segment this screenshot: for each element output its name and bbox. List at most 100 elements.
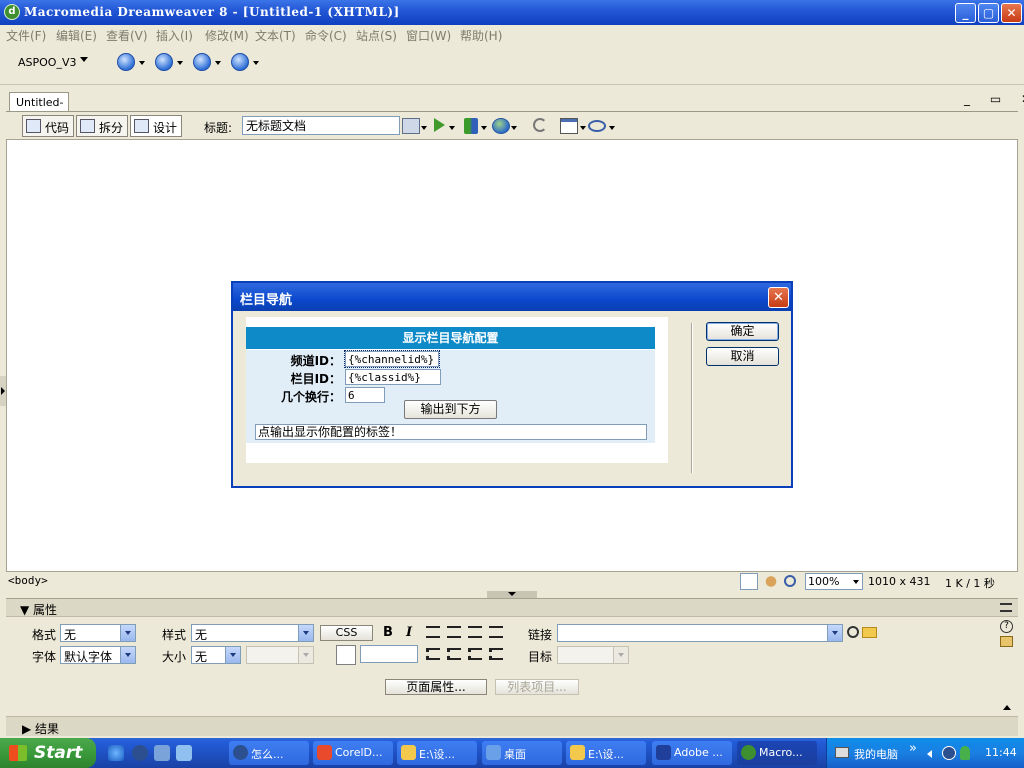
- pointer-tool-icon[interactable]: [740, 573, 758, 590]
- window-title-bar[interactable]: d Macromedia Dreamweaver 8 - [Untitled-1…: [0, 0, 1024, 25]
- panel-collapse-up-icon[interactable]: [1003, 705, 1011, 710]
- menu-view[interactable]: 查看(V): [106, 27, 148, 44]
- code-view-button[interactable]: 代码: [22, 115, 75, 137]
- insert-object-icon-2[interactable]: [155, 53, 173, 71]
- menu-commands[interactable]: 命令(C): [305, 27, 347, 44]
- hand-tool-icon[interactable]: [762, 573, 780, 590]
- align-center-icon[interactable]: [447, 626, 461, 638]
- output-message-field[interactable]: 点输出显示你配置的标签！: [255, 424, 647, 440]
- menu-window[interactable]: 窗口(W): [406, 27, 451, 44]
- preview-dropdown-icon[interactable]: [449, 126, 455, 130]
- menu-site[interactable]: 站点(S): [356, 27, 397, 44]
- style-select[interactable]: 无: [191, 624, 314, 642]
- text-color-input[interactable]: [360, 645, 418, 663]
- quick-launch-icon-4[interactable]: [176, 745, 192, 761]
- ok-button[interactable]: 确定: [706, 322, 779, 341]
- split-view-button[interactable]: 拆分: [76, 115, 129, 137]
- insert-dropdown-icon-2[interactable]: [177, 61, 183, 65]
- cancel-button[interactable]: 取消: [706, 347, 779, 366]
- panel-collapse-icon[interactable]: [487, 591, 537, 598]
- channel-id-input[interactable]: [344, 350, 440, 368]
- properties-header[interactable]: ▼ 属性: [6, 599, 1018, 617]
- maximize-button[interactable]: ▢: [978, 3, 999, 23]
- refresh-icon[interactable]: [533, 118, 547, 132]
- file-management-dropdown-icon[interactable]: [481, 126, 487, 130]
- size-dropdown-icon[interactable]: [225, 647, 240, 663]
- dialog-close-button[interactable]: ✕: [768, 287, 789, 308]
- css-button[interactable]: CSS: [320, 625, 373, 641]
- results-panel-header[interactable]: ▶ 结果: [6, 716, 1018, 736]
- menu-text[interactable]: 文本(T): [255, 27, 296, 44]
- ordered-list-icon[interactable]: [447, 648, 461, 660]
- menu-file[interactable]: 文件(F): [6, 27, 46, 44]
- bold-button[interactable]: B: [381, 626, 395, 640]
- preview-browser-icon[interactable]: [492, 118, 510, 134]
- view-options-icon[interactable]: [560, 118, 578, 134]
- font-dropdown-icon[interactable]: [120, 647, 135, 663]
- design-view-button[interactable]: 设计: [130, 115, 183, 137]
- menu-help[interactable]: 帮助(H): [460, 27, 502, 44]
- format-select[interactable]: 无: [60, 624, 136, 642]
- align-right-icon[interactable]: [468, 626, 482, 638]
- task-button-dreamweaver[interactable]: Macro...: [737, 741, 817, 765]
- validate-markup-icon[interactable]: [402, 118, 420, 134]
- font-select[interactable]: 默认字体: [60, 646, 136, 664]
- browse-folder-icon[interactable]: [862, 627, 877, 638]
- insert-object-icon-4[interactable]: [231, 53, 249, 71]
- close-button[interactable]: ✕: [1001, 3, 1022, 23]
- page-title-input[interactable]: [242, 116, 400, 135]
- task-button-2[interactable]: CorelD...: [313, 741, 393, 765]
- panel-options-icon[interactable]: [1000, 603, 1012, 612]
- menu-edit[interactable]: 编辑(E): [56, 27, 97, 44]
- dreamweaver-app-icon[interactable]: d: [4, 4, 20, 20]
- browser-dropdown-icon[interactable]: [511, 126, 517, 130]
- minimize-button[interactable]: _: [955, 3, 976, 23]
- file-management-icon[interactable]: [464, 118, 478, 134]
- zoom-select[interactable]: 100%: [805, 573, 863, 590]
- toolbar-expand-icon[interactable]: »: [909, 741, 917, 756]
- insert-dropdown-icon-3[interactable]: [215, 61, 221, 65]
- unordered-list-icon[interactable]: [426, 648, 440, 660]
- tag-selector[interactable]: <body>: [8, 574, 48, 587]
- align-left-icon[interactable]: [426, 626, 440, 638]
- menu-insert[interactable]: 插入(I): [156, 27, 193, 44]
- help-icon[interactable]: ?: [1000, 620, 1013, 633]
- text-indent-icon[interactable]: [489, 648, 503, 660]
- document-tab[interactable]: Untitled-1: [9, 92, 69, 122]
- italic-button[interactable]: I: [402, 626, 416, 640]
- task-button-1[interactable]: 怎么...: [229, 741, 309, 765]
- start-button[interactable]: Start: [0, 738, 96, 768]
- visual-aids-dropdown-icon[interactable]: [609, 126, 615, 130]
- dialog-title-bar[interactable]: 栏目导航 ✕: [233, 283, 791, 311]
- insert-category-selector[interactable]: ASPOO_V3: [18, 56, 76, 69]
- format-dropdown-icon[interactable]: [120, 625, 135, 641]
- view-options-dropdown-icon[interactable]: [580, 126, 586, 130]
- text-outdent-icon[interactable]: [468, 648, 482, 660]
- my-computer-label[interactable]: 我的电脑: [854, 746, 898, 762]
- messenger-icon[interactable]: [132, 745, 148, 761]
- output-below-button[interactable]: 输出到下方: [404, 400, 497, 419]
- style-dropdown-icon[interactable]: [298, 625, 313, 641]
- document-window-controls[interactable]: _ ▭ ✕: [964, 92, 1024, 106]
- preview-debug-icon[interactable]: [434, 118, 445, 132]
- internet-explorer-icon[interactable]: [108, 745, 124, 761]
- task-button-4[interactable]: 桌面: [482, 741, 562, 765]
- window-size-selector[interactable]: 1010 x 431: [868, 575, 931, 588]
- insert-dropdown-icon-4[interactable]: [253, 61, 259, 65]
- menu-modify[interactable]: 修改(M): [205, 27, 249, 44]
- link-input[interactable]: [557, 624, 843, 642]
- insert-object-icon-3[interactable]: [193, 53, 211, 71]
- align-justify-icon[interactable]: [489, 626, 503, 638]
- keyboard-icon[interactable]: [835, 747, 849, 758]
- task-button-6[interactable]: Adobe ...: [652, 741, 732, 765]
- category-dropdown-icon[interactable]: [80, 57, 88, 62]
- page-properties-button[interactable]: 页面属性...: [385, 679, 487, 695]
- quick-launch-icon-3[interactable]: [154, 745, 170, 761]
- visual-aids-icon[interactable]: [588, 120, 606, 132]
- zoom-tool-icon[interactable]: [784, 575, 796, 587]
- line-break-input[interactable]: [345, 387, 385, 403]
- point-to-file-icon[interactable]: [847, 626, 859, 638]
- size-select[interactable]: 无: [191, 646, 241, 664]
- task-button-5[interactable]: E:\设...: [566, 741, 646, 765]
- link-dropdown-icon[interactable]: [827, 625, 842, 641]
